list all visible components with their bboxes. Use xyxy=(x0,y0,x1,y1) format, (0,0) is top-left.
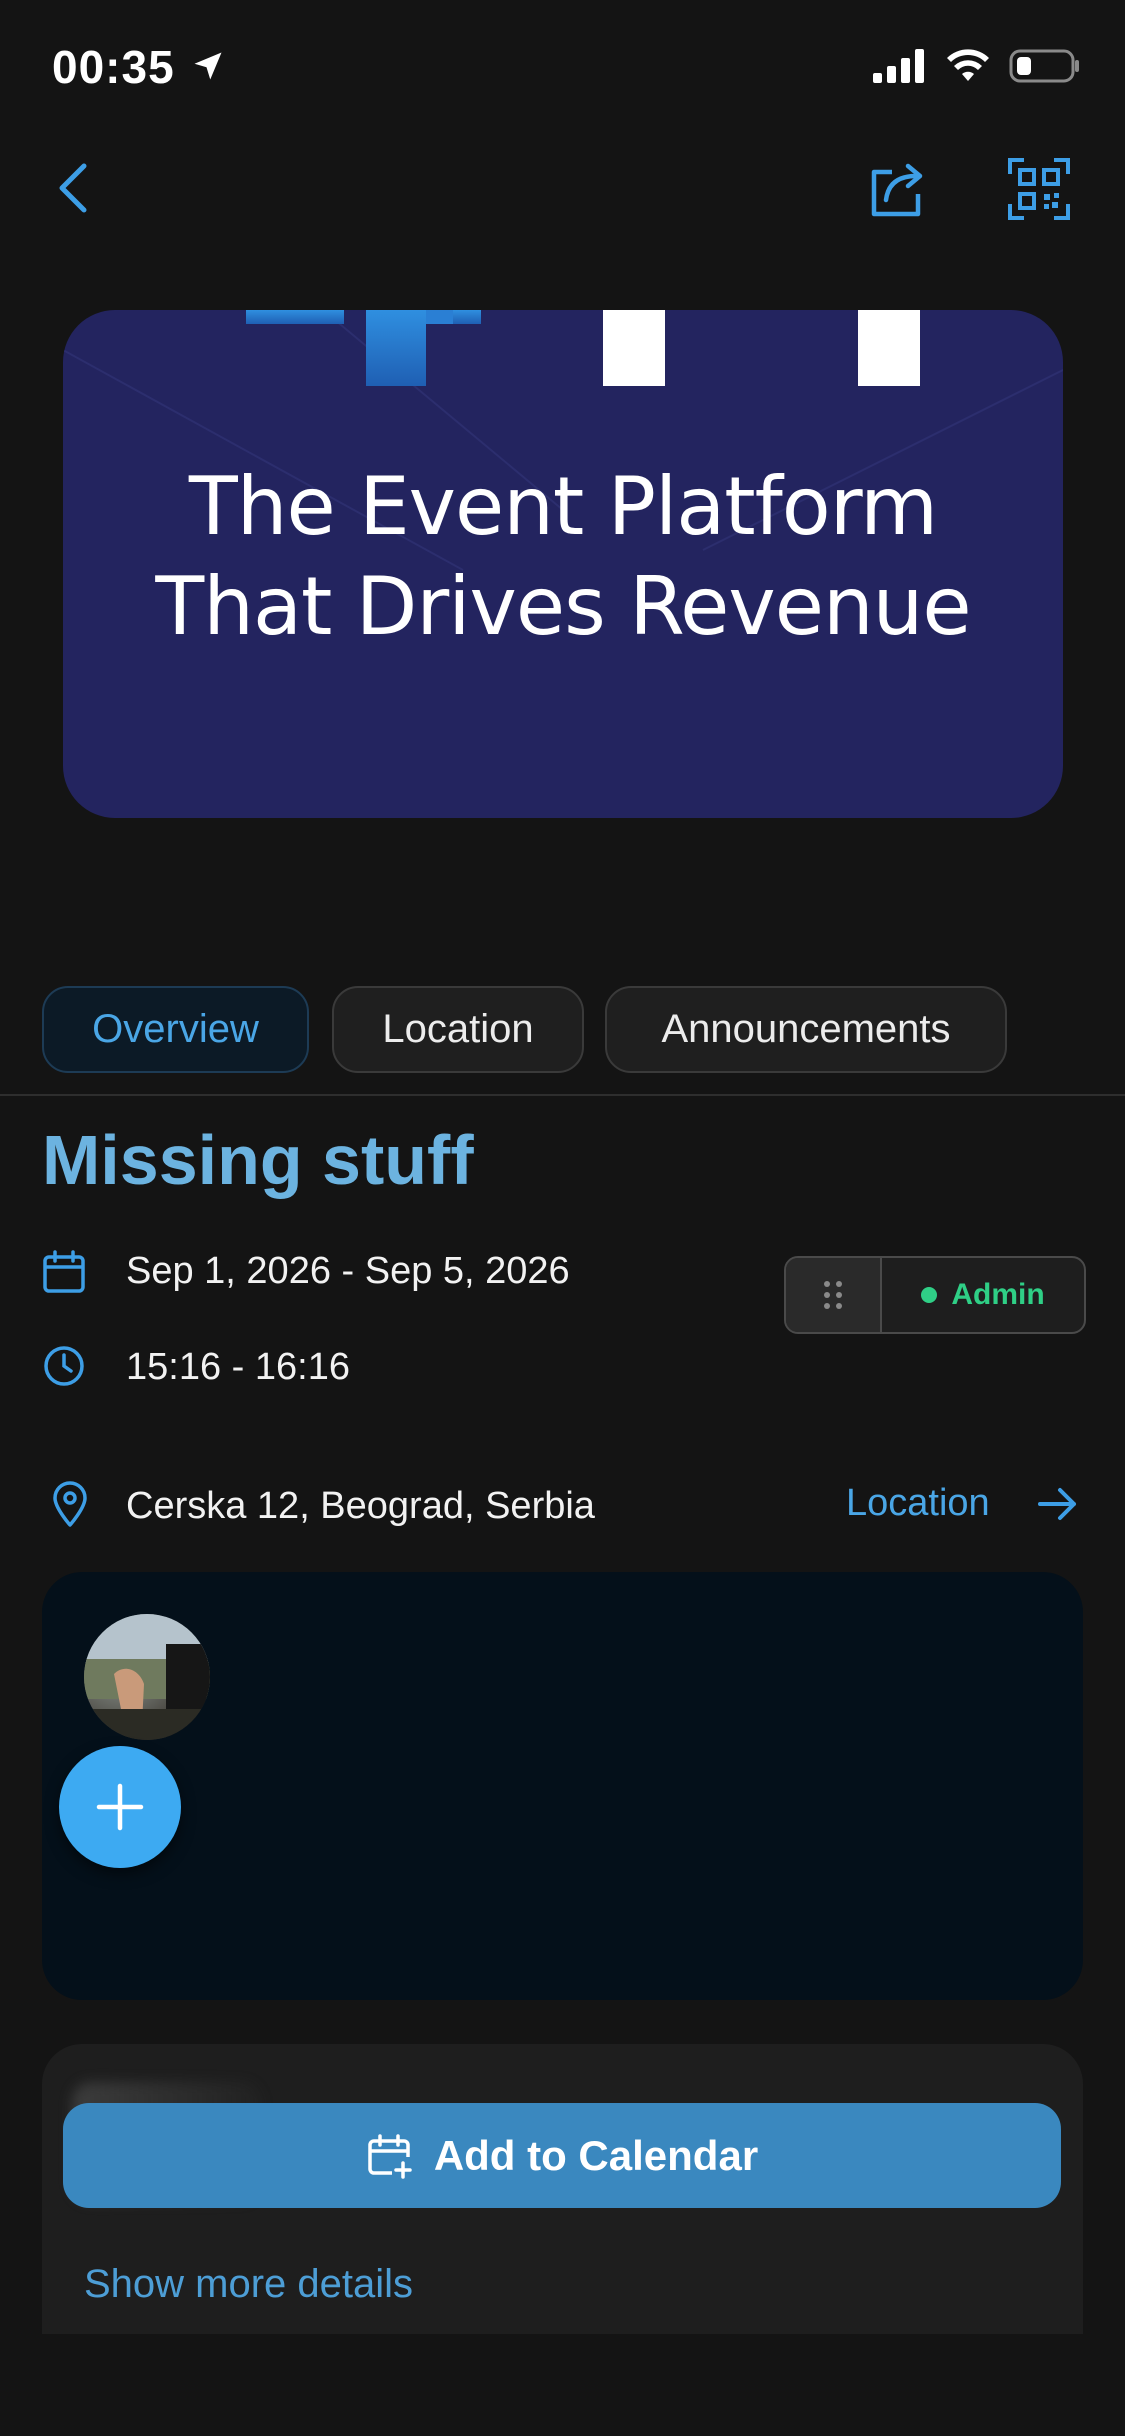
tab-announcements[interactable]: Announcements xyxy=(605,986,1007,1073)
add-to-calendar-label: Add to Calendar xyxy=(433,2131,759,2179)
banner-headline-line2: That Drives Revenue xyxy=(155,560,971,653)
event-date-range: Sep 1, 2026 - Sep 5, 2026 xyxy=(126,1250,570,1292)
role-label: Admin xyxy=(951,1278,1045,1311)
role-status: Admin xyxy=(882,1258,1084,1332)
status-dot-icon xyxy=(921,1287,938,1303)
calendar-icon xyxy=(43,1250,85,1293)
location-link[interactable]: Location xyxy=(846,1482,990,1525)
status-time: 00:35 xyxy=(52,41,175,93)
show-more-details-link[interactable]: Show more details xyxy=(84,2262,413,2307)
plus-icon xyxy=(96,1783,144,1831)
tab-location[interactable]: Location xyxy=(332,986,584,1073)
clock-icon xyxy=(44,1346,84,1386)
qr-code-icon[interactable] xyxy=(1008,158,1070,220)
map-pin-icon xyxy=(53,1481,87,1527)
tabs-divider xyxy=(0,1094,1125,1096)
calendar-add-icon xyxy=(368,2133,412,2179)
event-address: Cerska 12, Beograd, Serbia xyxy=(126,1485,595,1527)
event-time-range: 15:16 - 16:16 xyxy=(126,1346,350,1388)
event-banner: The Event Platform That Drives Revenue xyxy=(63,310,1063,818)
event-title: Missing stuff xyxy=(42,1121,474,1199)
cellular-signal-icon xyxy=(873,49,924,83)
share-icon[interactable] xyxy=(862,154,932,224)
wifi-icon xyxy=(947,49,989,81)
banner-headline-line1: The Event Platform xyxy=(188,460,938,553)
location-services-icon xyxy=(194,52,222,80)
drag-handle-icon[interactable] xyxy=(786,1258,882,1332)
attendees-panel xyxy=(42,1572,1083,2000)
battery-icon xyxy=(1009,49,1079,83)
status-indicators xyxy=(873,48,1081,84)
tab-overview[interactable]: Overview xyxy=(42,986,309,1073)
back-icon[interactable] xyxy=(46,158,106,218)
add-to-calendar-button[interactable]: Add to Calendar xyxy=(63,2103,1061,2208)
add-attendee-button[interactable] xyxy=(59,1746,181,1868)
attendee-avatar[interactable] xyxy=(84,1614,210,1740)
arrow-right-icon[interactable] xyxy=(1036,1482,1080,1526)
role-badge[interactable]: Admin xyxy=(784,1256,1086,1334)
